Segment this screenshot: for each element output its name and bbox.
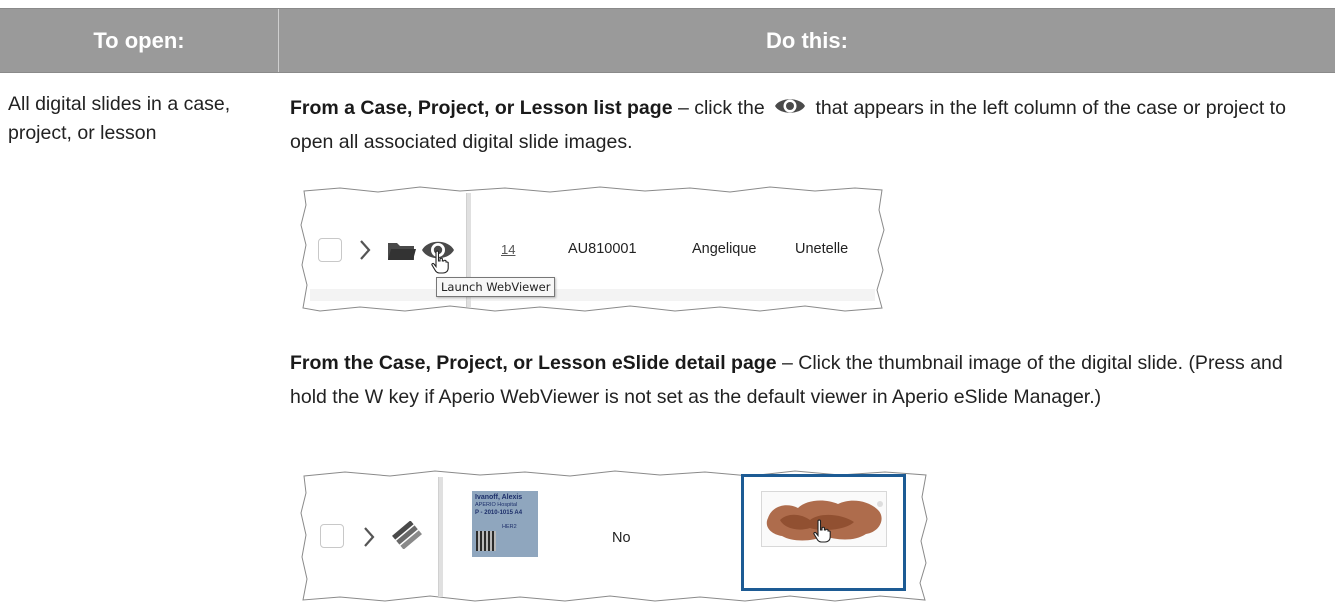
- header-do-this: Do this:: [278, 9, 1335, 72]
- hand-pointer-icon: [813, 519, 831, 543]
- label-specimen: P - 2010-1015 A4: [475, 510, 523, 516]
- barcode-icon: [476, 531, 496, 551]
- hand-pointer-icon: [431, 250, 449, 274]
- label-patient-name: Ivanoff, Alexis: [475, 494, 523, 501]
- chevron-right-icon[interactable]: [358, 239, 372, 261]
- detail-page-screenshot: Ivanoff, Alexis APERIO Hospital P - 2010…: [300, 469, 930, 604]
- instruction-list-page-text-a: – click the: [672, 97, 771, 119]
- row-footer-band: [310, 289, 875, 301]
- row-count-link[interactable]: 14: [501, 242, 515, 257]
- row-target-text: All digital slides in a case, project, o…: [8, 93, 231, 144]
- row-checkbox[interactable]: [320, 524, 344, 548]
- row-first-name-cell: Angelique: [692, 241, 757, 257]
- row-checkbox[interactable]: [318, 238, 342, 262]
- instruction-detail-page-heading: From the Case, Project, or Lesson eSlide…: [290, 352, 777, 374]
- column-divider: [438, 477, 443, 597]
- slides-stack-icon: [392, 521, 422, 549]
- chevron-right-icon[interactable]: [362, 526, 376, 548]
- row-id-cell: AU810001: [568, 241, 637, 257]
- row-last-name-cell: Unetelle: [795, 241, 849, 257]
- table-header-row: To open: Do this:: [0, 8, 1335, 73]
- list-page-screenshot: 14 AU810001 Angelique Unetelle Launch We…: [300, 185, 886, 313]
- slide-label-image[interactable]: Ivanoff, Alexis APERIO Hospital P - 2010…: [472, 491, 538, 557]
- instruction-list-page-heading: From a Case, Project, or Lesson list pag…: [290, 97, 673, 119]
- tooltip-launch-webviewer: Launch WebViewer: [436, 277, 556, 297]
- slide-thumbnail-highlight[interactable]: [741, 474, 906, 591]
- eye-icon: [774, 94, 806, 116]
- folder-icon: [388, 243, 416, 260]
- header-to-open: To open:: [93, 28, 185, 53]
- instruction-detail-page: From the Case, Project, or Lesson eSlide…: [290, 346, 1320, 414]
- label-stain: HER2: [502, 524, 517, 530]
- row-value-cell: No: [612, 530, 631, 546]
- label-hospital: APERIO Hospital: [475, 502, 518, 508]
- instruction-list-page: From a Case, Project, or Lesson list pag…: [290, 91, 1320, 159]
